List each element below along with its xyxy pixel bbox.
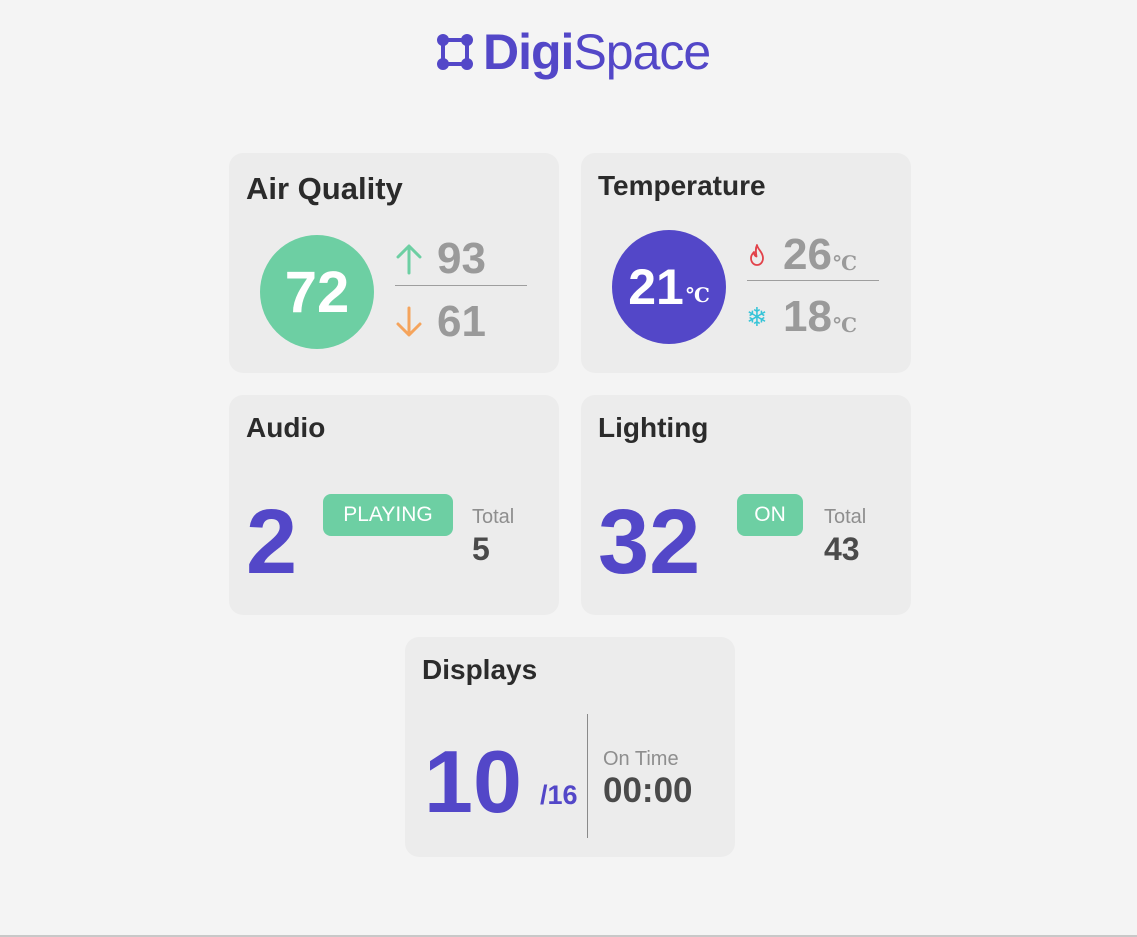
- audio-total-value: 5: [472, 531, 490, 567]
- displays-title: Displays: [422, 654, 538, 685]
- audio-title: Audio: [246, 412, 326, 443]
- audio-total-label: Total: [472, 506, 515, 528]
- displays-total: /16: [540, 780, 578, 810]
- displays-ontime-value: 00:00: [603, 771, 693, 810]
- brand-logo[interactable]: DigiSpace: [437, 24, 711, 80]
- displays-active-count: 10: [424, 732, 522, 831]
- air-quality-low: 61: [437, 297, 486, 346]
- lighting-total-label: Total: [824, 506, 867, 528]
- air-quality-high-row: 93: [395, 233, 486, 285]
- temperature-low-unit: ℃: [832, 314, 857, 337]
- brand-name: DigiSpace: [483, 24, 711, 80]
- audio-active-count: 2: [246, 491, 298, 593]
- dashboard-page: DigiSpace Air Quality 72 93 61 Temperatu…: [0, 0, 1137, 937]
- air-quality-current: 72: [260, 235, 374, 349]
- logo-mark-icon: [437, 34, 473, 70]
- temperature-high-unit: ℃: [832, 252, 857, 275]
- displays-ontime-label: On Time: [603, 748, 679, 770]
- temperature-high: 26: [783, 230, 832, 279]
- temperature-title: Temperature: [598, 170, 766, 201]
- flame-icon: [747, 243, 767, 267]
- audio-status-badge: PLAYING: [323, 494, 453, 536]
- temperature-low-row: ❄ 18 ℃: [746, 291, 857, 343]
- temperature-current-unit: ℃: [685, 284, 710, 307]
- temperature-low: 18: [783, 292, 832, 341]
- snowflake-icon: ❄: [746, 302, 768, 332]
- lighting-card[interactable]: Lighting 32 ON Total 43: [581, 395, 911, 615]
- arrow-up-icon: [396, 244, 422, 275]
- lighting-total-value: 43: [824, 531, 860, 567]
- temperature-current-circle: 21 ℃: [612, 230, 726, 344]
- air-quality-title: Air Quality: [246, 171, 403, 206]
- brand-name-bold: Digi: [483, 24, 574, 80]
- air-quality-low-row: 61: [395, 296, 486, 348]
- temperature-current: 21: [628, 259, 684, 315]
- lighting-title: Lighting: [598, 412, 709, 443]
- air-quality-card[interactable]: Air Quality 72 93 61: [229, 153, 559, 373]
- temperature-card[interactable]: Temperature 21 ℃ 26 ℃ ❄ 18 ℃: [581, 153, 911, 373]
- lighting-status-badge: ON: [737, 494, 803, 536]
- lighting-active-count: 32: [598, 491, 701, 593]
- audio-card[interactable]: Audio 2 PLAYING Total 5: [229, 395, 559, 615]
- displays-card[interactable]: Displays 10 /16 On Time 00:00: [405, 637, 735, 857]
- displays-divider: [587, 714, 588, 838]
- air-quality-divider: [395, 285, 527, 286]
- arrow-down-icon: [396, 306, 422, 337]
- air-quality-high: 93: [437, 234, 486, 283]
- brand-name-light: Space: [573, 24, 711, 80]
- temperature-divider: [747, 280, 879, 281]
- temperature-high-row: 26 ℃: [747, 229, 857, 281]
